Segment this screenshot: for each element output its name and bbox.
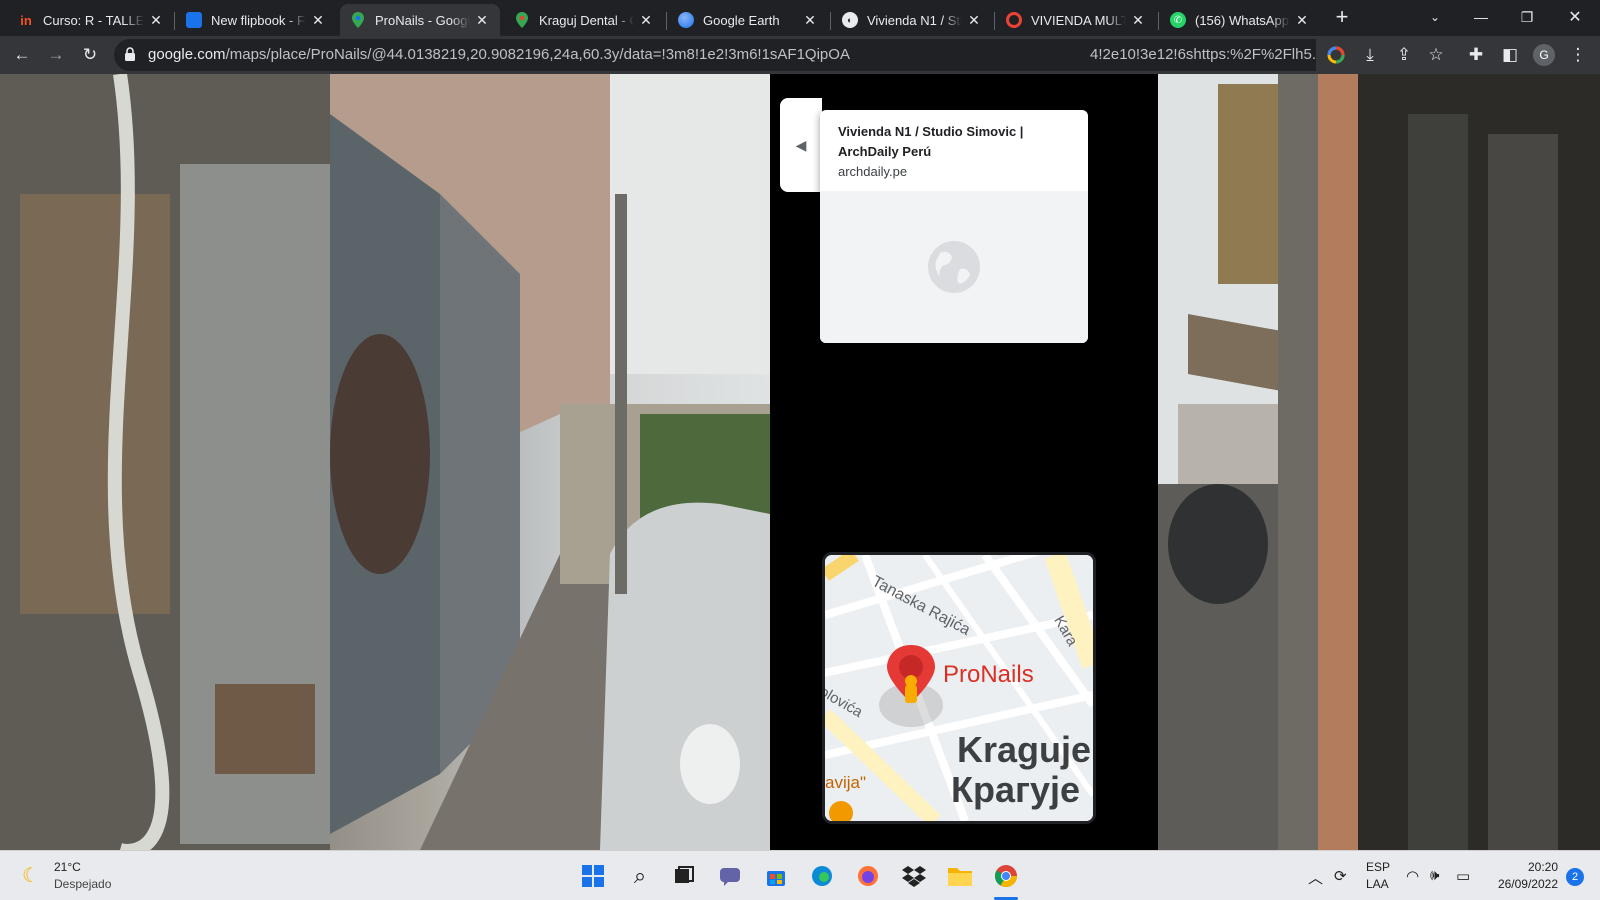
- profile-initial: G: [1533, 44, 1555, 66]
- volume-icon[interactable]: 🕪: [1430, 867, 1439, 884]
- url-host: google.com: [148, 46, 226, 63]
- side-panel-icon[interactable]: ◧: [1494, 39, 1526, 71]
- file-explorer-icon[interactable]: [942, 858, 978, 894]
- close-tab-icon[interactable]: ✕: [638, 12, 654, 28]
- tab-curso-r[interactable]: in Curso: R - TALLER ✕: [8, 4, 174, 36]
- notification-badge[interactable]: 2: [1566, 868, 1584, 886]
- hover-card-domain: archdaily.pe: [838, 164, 908, 179]
- reload-icon[interactable]: ↻: [74, 39, 106, 71]
- city-label-latin: Kraguje: [957, 729, 1092, 770]
- sync-icon[interactable]: ⟳: [1334, 867, 1347, 885]
- tab-whatsapp[interactable]: ✆ (156) WhatsApp ✕: [1160, 4, 1320, 36]
- keyboard-layout-indicator[interactable]: LAA: [1366, 877, 1389, 891]
- browser-toolbar: ← → ↻ google.com/maps/place/ProNails/@44…: [0, 36, 1600, 74]
- url-tail: 4!2e10!3e12!6shttps:%2F%2Flh5....: [1090, 39, 1316, 71]
- bookmark-star-icon[interactable]: ☆: [1420, 39, 1452, 71]
- tab-title: ProNails - Google: [375, 12, 470, 28]
- weather-desc[interactable]: Despejado: [54, 877, 111, 891]
- show-hidden-icons-chevron-icon[interactable]: ︿: [1308, 867, 1323, 888]
- street-view-photo-right[interactable]: [1158, 74, 1600, 850]
- install-app-icon[interactable]: ⤓: [1354, 39, 1386, 71]
- clock-time[interactable]: 20:20: [1492, 860, 1558, 874]
- forward-arrow-icon[interactable]: →: [40, 39, 72, 71]
- tab-hover-card: Vivienda N1 / Studio Simovic | ArchDaily…: [820, 110, 1088, 343]
- moon-weather-icon[interactable]: ☾: [22, 863, 40, 888]
- tab-title: New flipbook - Fl: [211, 12, 306, 28]
- back-arrow-icon[interactable]: ←: [6, 39, 38, 71]
- restore-window-icon[interactable]: ❐: [1504, 0, 1550, 34]
- close-tab-icon[interactable]: ✕: [310, 12, 326, 28]
- close-tab-icon[interactable]: ✕: [148, 12, 164, 28]
- tab-title: Kraguj Dental - G: [539, 12, 634, 28]
- firefox-icon[interactable]: [850, 858, 886, 894]
- place-label[interactable]: ProNails: [943, 661, 1034, 689]
- close-tab-icon[interactable]: ✕: [1130, 12, 1146, 28]
- close-tab-icon[interactable]: ✕: [802, 12, 818, 28]
- tab-google-earth[interactable]: Google Earth ✕: [668, 4, 828, 36]
- profile-avatar[interactable]: G: [1528, 39, 1560, 71]
- caret-left-icon: ◀: [795, 136, 807, 153]
- task-view-icon[interactable]: [666, 858, 702, 894]
- street-view-photo-left[interactable]: [0, 74, 770, 850]
- wifi-icon[interactable]: ◠: [1406, 867, 1419, 885]
- tab-vivienda-multi[interactable]: VIVIENDA MULTI ✕: [996, 4, 1156, 36]
- lock-icon[interactable]: [124, 47, 138, 63]
- tab-title: (156) WhatsApp: [1195, 12, 1289, 28]
- tab-title: Vivienda N1 / Stu: [867, 12, 962, 28]
- new-tab-button[interactable]: +: [1320, 0, 1364, 34]
- city-label-cyrillic: Крагуje: [951, 769, 1081, 810]
- weather-temp[interactable]: 21°C: [54, 860, 81, 874]
- close-tab-icon[interactable]: ✕: [1294, 12, 1310, 28]
- minimize-window-icon[interactable]: —: [1458, 0, 1504, 34]
- whatsapp-icon: ✆: [1170, 12, 1186, 28]
- domestika-icon: in: [20, 12, 32, 28]
- language-indicator[interactable]: ESP: [1366, 860, 1390, 874]
- tab-title: VIVIENDA MULTI: [1031, 12, 1126, 28]
- battery-icon[interactable]: ▭: [1456, 867, 1470, 885]
- close-window-icon[interactable]: ✕: [1552, 0, 1598, 34]
- maps-pin-icon: [350, 12, 366, 28]
- globe-icon: [928, 241, 980, 293]
- search-icon[interactable]: ⌕: [622, 858, 658, 894]
- tab-strip: in Curso: R - TALLER ✕ New flipbook - Fl…: [0, 0, 1600, 36]
- close-tab-icon[interactable]: ✕: [966, 12, 982, 28]
- google-lens-icon[interactable]: [1320, 39, 1352, 71]
- hover-card-title: Vivienda N1 / Studio Simovic | ArchDaily…: [838, 124, 1024, 159]
- windows-start-icon[interactable]: [575, 858, 611, 894]
- tab-title: Google Earth: [703, 12, 780, 28]
- hover-card-thumbnail: [820, 191, 1088, 343]
- share-icon[interactable]: ⇪: [1388, 39, 1420, 71]
- edge-icon[interactable]: [804, 858, 840, 894]
- tab-vivienda-n1[interactable]: ◐ Vivienda N1 / Stu ✕: [832, 4, 992, 36]
- maps-pin-icon: [514, 12, 530, 28]
- microsoft-store-icon[interactable]: [758, 858, 794, 894]
- close-tab-icon[interactable]: ✕: [474, 12, 490, 28]
- street-view-area[interactable]: ◀ Vivienda N1 / Studio Simovic | ArchDai…: [0, 74, 1600, 850]
- tab-search-chevron-icon[interactable]: ⌄: [1412, 0, 1458, 34]
- flipbook-icon: [186, 12, 202, 28]
- archdaily-icon: ◐: [842, 12, 858, 28]
- windows-taskbar: ☾ 21°C Despejado ⌕ ︿ ⟳ ESP LAA ◠ 🕪 ▭ 20:…: [0, 850, 1600, 900]
- url-path: /maps/place/ProNails/@44.0138219,20.9082…: [225, 46, 850, 63]
- tab-title: Curso: R - TALLER: [43, 12, 144, 28]
- chrome-menu-icon[interactable]: ⋮: [1562, 39, 1594, 71]
- tab-kraguj-dental[interactable]: Kraguj Dental - G ✕: [504, 4, 664, 36]
- extensions-puzzle-icon[interactable]: ✚: [1460, 39, 1492, 71]
- mini-map[interactable]: Tanaska Rajića Kara olovića avija" ProNa…: [822, 552, 1096, 824]
- teams-chat-icon[interactable]: [712, 858, 748, 894]
- collapse-side-panel-button[interactable]: ◀: [780, 98, 822, 192]
- earth-icon: [678, 12, 694, 28]
- street-label: avija": [825, 773, 866, 792]
- tab-new-flipbook[interactable]: New flipbook - Fl ✕: [176, 4, 336, 36]
- target-icon: [1006, 12, 1022, 28]
- dropbox-icon[interactable]: [896, 858, 932, 894]
- clock-date[interactable]: 26/09/2022: [1488, 877, 1558, 891]
- chrome-icon[interactable]: [988, 858, 1024, 894]
- tab-pronails[interactable]: ProNails - Google ✕: [340, 4, 500, 36]
